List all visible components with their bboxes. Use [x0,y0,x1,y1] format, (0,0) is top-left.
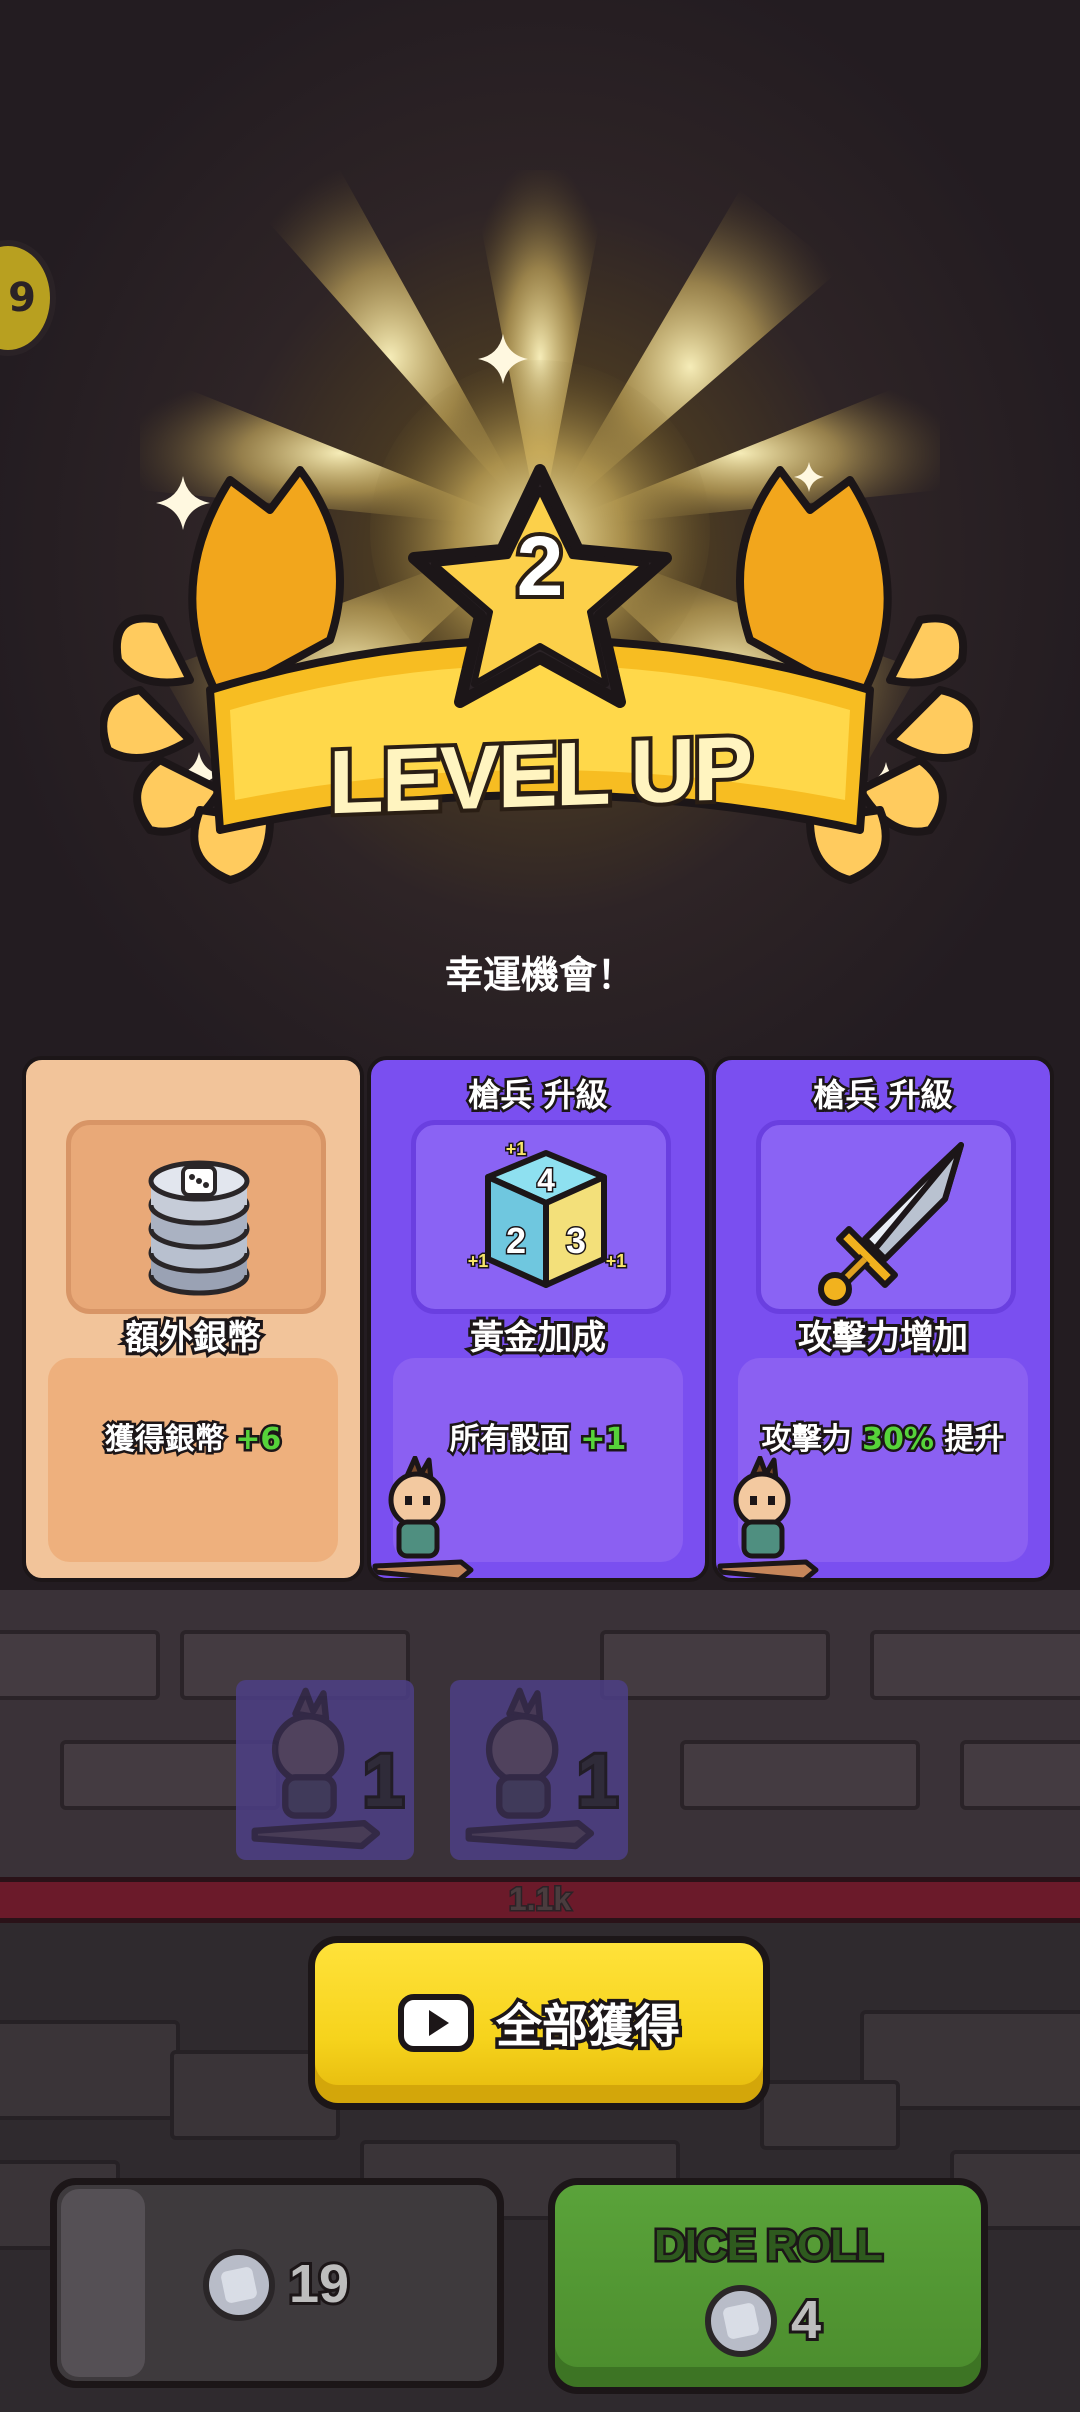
dice-roll-cost: 4 [788,2287,824,2353]
card-name: 黃金加成 [467,1315,609,1361]
spearman-icon [717,1456,819,1578]
card-header: 槍兵 升級 [466,1074,610,1117]
card-name: 額外銀幣 [122,1315,264,1361]
collect-all-label: 全部獲得 [493,1996,684,2057]
card-header: 槍兵 升級 [811,1074,955,1117]
card-description-box: 獲得銀幣 +6 [48,1358,338,1562]
unit-count: 1 [574,1736,621,1825]
spearman-icon [465,1687,595,1850]
video-play-icon [398,1994,474,2052]
card-name: 攻擊力增加 [795,1315,971,1361]
dice-face-top: 4 [537,1162,555,1198]
card-icon-box: 4 2 3 +1 +1 +1 [411,1120,671,1314]
unit-count: 1 [360,1736,407,1825]
card-icon-box [66,1120,326,1314]
reward-card-golden-bonus[interactable]: 槍兵 升級 4 2 3 +1 +1 +1 黃金加成 所有骰面 +1 [367,1056,709,1582]
level-number: 2 [513,515,568,617]
silver-coin-icon [203,2249,275,2321]
sword-icon [818,1142,964,1306]
silver-coin-icon [705,2285,777,2357]
spearman-icon [251,1687,381,1850]
dice-bonus-label: +1 [606,1251,627,1271]
sparkle-icon [478,334,528,384]
enemy-hp-text: 1.1k [507,1880,572,1919]
collect-all-button[interactable]: 全部獲得 [308,1936,770,2110]
dice-roll-button[interactable]: DICE ROLL 4 [548,2178,988,2394]
silver-coin-stack-icon [148,1160,250,1296]
side-badge-glyph: 9 [8,275,36,321]
dice-face-right: 3 [566,1220,586,1261]
coin-panel-tab [61,2189,145,2377]
card-description: 獲得銀幣 +6 [102,1420,283,1460]
dice-bonus-label: +1 [506,1139,527,1159]
reward-card-extra-coins[interactable]: 額外銀幣 獲得銀幣 +6 [22,1056,364,1582]
card-description: 所有骰面 +1 [447,1420,628,1460]
card-description: 攻擊力 30% 提升 [759,1420,1007,1460]
lucky-chance-subtitle: 幸運機會！ [444,953,635,997]
dice-face-left: 2 [506,1220,526,1261]
silver-coin-panel[interactable]: 19 [50,2178,504,2388]
dice-bonus-label: +1 [468,1251,489,1271]
unit-slot[interactable]: 1 [450,1680,628,1860]
reward-card-attack-increase[interactable]: 槍兵 升級 攻擊力增加 攻擊力 30% 提升 [712,1056,1054,1582]
coin-count: 19 [286,2251,352,2317]
dice-roll-label: DICE ROLL [651,2219,885,2273]
card-icon-box [756,1120,1016,1314]
dice-icon: 4 2 3 +1 +1 +1 [466,1138,628,1288]
spearman-icon [372,1456,474,1578]
unit-slot[interactable]: 1 [236,1680,414,1860]
